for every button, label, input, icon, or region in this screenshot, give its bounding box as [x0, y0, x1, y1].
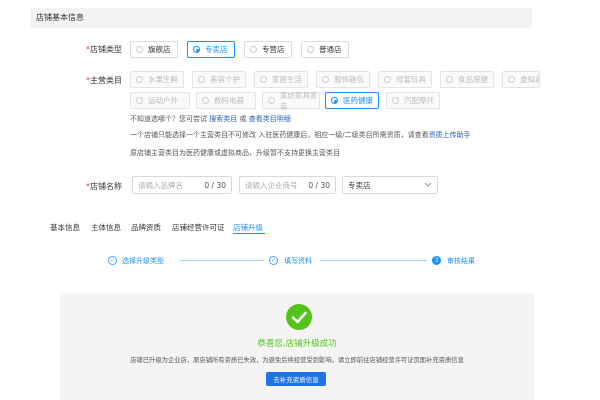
step-connector-2 [320, 260, 427, 261]
category-hint-restriction: 原店铺主营类目为医药健康或虚拟商品，升级暂不支持更换主营类目 [130, 149, 340, 157]
company-name-counter: 0 / 30 [308, 180, 330, 190]
view-category-detail-link[interactable]: 查看类目明细 [249, 115, 291, 123]
category-label: *主营类目 [86, 76, 122, 85]
result-description: 店铺已升级为企业店，原店铺所有资质已失效，为避免后续经营受到影响，请立即前往店铺… [130, 357, 464, 364]
brand-name-counter: 0 / 30 [204, 180, 226, 190]
radio-category-medical[interactable]: 医药健康 [325, 92, 379, 109]
step-2-check-icon: ✓ [269, 256, 278, 265]
active-tab-indicator [233, 233, 265, 234]
radio-dot [250, 46, 257, 53]
step-1-label: 选择升级类型 [122, 257, 164, 265]
step-1-check-icon: ✓ [108, 256, 117, 265]
tab-brand-qualification[interactable]: 品牌资质 [131, 222, 161, 233]
step-3-label: 审核结果 [447, 257, 475, 265]
shop-type-label: *店铺类型 [86, 45, 122, 54]
search-category-link[interactable]: 搜索类目 [209, 115, 237, 123]
supplement-qualification-button[interactable]: 去补充资质信息 [266, 372, 326, 386]
tab-subject-info[interactable]: 主体信息 [91, 222, 121, 233]
radio-category-virtual[interactable]: 虚拟商品 [502, 71, 540, 88]
category-hint-rule: 一个店铺只能选择一个主营类目不可修改 入驻医药健康后，相应一级/二级类目所需资质… [130, 131, 471, 139]
qualification-helper-link[interactable]: 资质上传助手 [429, 131, 471, 139]
category-hint-search: 不知道选哪个？您可尝试 搜索类目 或 查看类目明细 [130, 115, 291, 123]
tab-business-license[interactable]: 店铺经营许可证 [172, 222, 225, 233]
section-title: 店铺基本信息 [36, 13, 84, 22]
check-circle-icon [286, 304, 312, 330]
shop-name-label: *店铺名称 [86, 182, 122, 191]
radio-dot [307, 46, 314, 53]
radio-shop-type-ordinary[interactable]: 普通店 [301, 41, 349, 58]
radio-category-fruit[interactable]: 水果生鲜 [130, 71, 184, 88]
step-connector-1 [180, 260, 264, 261]
radio-dot [193, 46, 200, 53]
radio-category-digital[interactable]: 数码电器 [196, 92, 256, 109]
radio-category-food[interactable]: 食品保健 [440, 71, 494, 88]
company-name-input[interactable]: 请输入企业商号 0 / 30 [239, 176, 336, 194]
tab-basic-info[interactable]: 基本信息 [50, 222, 80, 233]
brand-name-input[interactable]: 请输入品牌名 0 / 30 [132, 176, 232, 194]
chevron-down-icon [424, 181, 432, 190]
section-header: 店铺基本信息 [30, 8, 532, 28]
step-2-label: 填写资料 [284, 257, 312, 265]
result-title: 恭喜您,店铺升级成功 [257, 339, 337, 349]
step-3-number: 3 [432, 256, 441, 265]
tab-shop-upgrade[interactable]: 店铺升级 [233, 222, 263, 233]
radio-category-apparel[interactable]: 服饰箱包 [316, 71, 370, 88]
radio-category-baby[interactable]: 母婴玩具 [378, 71, 432, 88]
radio-dot [136, 46, 143, 53]
radio-category-outdoor[interactable]: 运动户外 [130, 92, 190, 109]
radio-shop-type-franchise[interactable]: 专营店 [244, 41, 292, 58]
radio-category-beauty[interactable]: 美容个护 [192, 71, 246, 88]
shop-suffix-select[interactable]: 专卖店 [342, 176, 438, 194]
radio-category-home[interactable]: 家居生活 [254, 71, 308, 88]
radio-shop-type-flagship[interactable]: 旗舰店 [130, 41, 178, 58]
radio-category-furnishing[interactable]: 家纺家具家装 [262, 91, 320, 111]
radio-shop-type-specialty[interactable]: 专卖店 [187, 41, 235, 58]
radio-category-auto[interactable]: 汽配摩托 [386, 92, 440, 109]
